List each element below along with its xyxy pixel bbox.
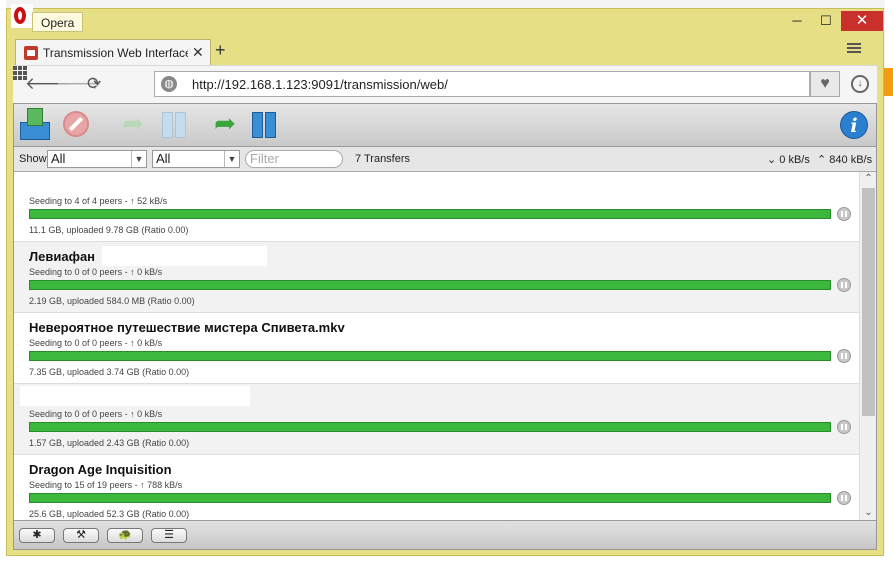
- torrent-size: 25.6 GB, uploaded 52.3 GB (Ratio 0.00): [29, 509, 190, 519]
- torrent-progress-bar: [29, 280, 831, 290]
- torrent-row[interactable]: Невероятное путешествие мистера Спивета.…: [14, 313, 859, 384]
- pause-icon[interactable]: [158, 108, 192, 140]
- heart-icon[interactable]: ♥: [810, 71, 840, 97]
- torrent-progress-bar: [29, 422, 831, 432]
- redacted-text: [102, 246, 267, 266]
- torrent-row[interactable]: Seeding to 4 of 4 peers - ↑ 52 kB/s 11.1…: [14, 172, 859, 242]
- info-icon[interactable]: i: [840, 111, 868, 139]
- resume-icon[interactable]: ➦: [116, 108, 150, 140]
- remove-torrent-icon[interactable]: [60, 108, 94, 140]
- torrent-progress-bar: [29, 493, 831, 503]
- minimize-button[interactable]: ─: [783, 11, 811, 31]
- pause-torrent-icon[interactable]: [837, 420, 851, 434]
- torrent-name: Левиафан: [29, 249, 96, 264]
- navigation-bar: 🡐 🡒 ⟳ ◍ http://192.168.1.123:9091/transm…: [13, 65, 877, 104]
- transmission-web-page: ➦ ➦ i Show All ▼ All ▼ Filter 7 Transfers …: [13, 103, 877, 550]
- download-rate-value: 0 kB/s: [779, 154, 810, 166]
- scroll-down-icon[interactable]: ⌄: [860, 506, 876, 520]
- desktop-background-bottom: [0, 556, 893, 563]
- torrent-status: Seeding to 0 of 0 peers - ↑ 0 kB/s: [29, 338, 163, 348]
- pause-torrent-icon[interactable]: [837, 278, 851, 292]
- tab-close-icon[interactable]: ✕: [192, 44, 204, 61]
- chevron-down-icon: ▼: [131, 151, 146, 167]
- redacted-text: [20, 386, 250, 406]
- status-filter-select[interactable]: All ▼: [47, 150, 147, 168]
- scroll-thumb[interactable]: [862, 188, 875, 416]
- chevron-down-icon: ▼: [224, 151, 239, 167]
- open-torrent-icon[interactable]: [18, 108, 52, 140]
- sort-list-icon[interactable]: ☰: [151, 528, 187, 543]
- torrent-status: Seeding to 0 of 0 peers - ↑ 0 kB/s: [29, 267, 163, 277]
- transfer-count: 7 Transfers: [355, 153, 411, 165]
- download-icon[interactable]: ↓: [851, 75, 869, 93]
- resume-all-icon[interactable]: ➦: [208, 108, 242, 140]
- opera-browser-window: Opera ─ ☐ ✕ Transmission Web Interface ✕…: [6, 4, 884, 556]
- pause-all-icon[interactable]: [248, 108, 282, 140]
- transmission-toolbar: ➦ ➦ i: [14, 104, 876, 147]
- transmission-favicon-icon: [24, 46, 38, 60]
- torrent-row[interactable]: Dragon Age Inquisition Seeding to 15 of …: [14, 455, 859, 520]
- settings-gear-icon[interactable]: ✱: [19, 528, 55, 543]
- torrent-size: 11.1 GB, uploaded 9.78 GB (Ratio 0.00): [29, 225, 189, 235]
- scroll-up-icon[interactable]: ⌃: [860, 172, 876, 186]
- tab-bar: Transmission Web Interface ✕ +: [7, 35, 883, 66]
- pause-torrent-icon[interactable]: [837, 491, 851, 505]
- download-rate: ⌄ 0 kB/s: [767, 154, 810, 166]
- tracker-filter-select[interactable]: All ▼: [152, 150, 240, 168]
- wrench-icon[interactable]: ⚒: [63, 528, 99, 543]
- show-label: Show: [19, 153, 47, 165]
- filter-input[interactable]: Filter: [245, 150, 343, 168]
- torrent-row[interactable]: Левиафан Seeding to 0 of 0 peers - ↑ 0 k…: [14, 242, 859, 313]
- torrent-progress-bar: [29, 209, 831, 219]
- address-bar[interactable]: ◍ http://192.168.1.123:9091/transmission…: [154, 71, 810, 97]
- scrollbar[interactable]: ⌃ ⌄: [859, 172, 876, 520]
- close-window-button[interactable]: ✕: [841, 11, 883, 31]
- upload-rate: ⌃ 840 kB/s: [817, 154, 873, 166]
- opera-logo-icon: [11, 4, 33, 28]
- torrent-status: Seeding to 4 of 4 peers - ↑ 52 kB/s: [29, 196, 168, 206]
- torrent-status: Seeding to 15 of 19 peers - ↑ 788 kB/s: [29, 480, 183, 490]
- torrent-status: Seeding to 0 of 0 peers - ↑ 0 kB/s: [29, 409, 163, 419]
- tracker-filter-value: All: [156, 151, 171, 166]
- background-window-edge: [884, 68, 893, 96]
- tab-title: Transmission Web Interface: [43, 46, 188, 60]
- torrent-size: 7.35 GB, uploaded 3.74 GB (Ratio 0.00): [29, 367, 190, 377]
- titlebar: Opera ─ ☐ ✕: [7, 4, 883, 35]
- new-tab-button[interactable]: +: [215, 40, 226, 61]
- status-filter-value: All: [51, 151, 66, 166]
- filter-bar: Show All ▼ All ▼ Filter 7 Transfers ⌄ 0 kB…: [14, 147, 876, 172]
- torrent-progress-bar: [29, 351, 831, 361]
- pause-torrent-icon[interactable]: [837, 349, 851, 363]
- transmission-footer: ✱ ⚒ 🐢 ☰: [14, 520, 876, 549]
- torrent-name: Dragon Age Inquisition: [29, 462, 172, 477]
- torrent-size: 2.19 GB, uploaded 584.0 MB (Ratio 0.00): [29, 296, 195, 306]
- torrent-size: 1.57 GB, uploaded 2.43 GB (Ratio 0.00): [29, 438, 190, 448]
- torrent-list: Seeding to 4 of 4 peers - ↑ 52 kB/s 11.1…: [14, 172, 859, 520]
- tab-menu-icon[interactable]: [847, 43, 861, 53]
- url-text[interactable]: http://192.168.1.123:9091/transmission/w…: [192, 77, 448, 92]
- torrent-name: Невероятное путешествие мистера Спивета.…: [29, 320, 345, 335]
- upload-rate-value: 840 kB/s: [829, 154, 873, 166]
- tab-transmission[interactable]: Transmission Web Interface ✕: [15, 39, 211, 66]
- reload-icon[interactable]: ⟳: [87, 74, 101, 94]
- opera-menu-button[interactable]: Opera: [32, 12, 84, 32]
- pause-torrent-icon[interactable]: [837, 207, 851, 221]
- turtle-icon[interactable]: 🐢: [107, 528, 143, 543]
- torrent-row[interactable]: Seeding to 0 of 0 peers - ↑ 0 kB/s 1.57 …: [14, 384, 859, 455]
- maximize-button[interactable]: ☐: [812, 11, 840, 31]
- site-info-icon[interactable]: ◍: [161, 76, 177, 92]
